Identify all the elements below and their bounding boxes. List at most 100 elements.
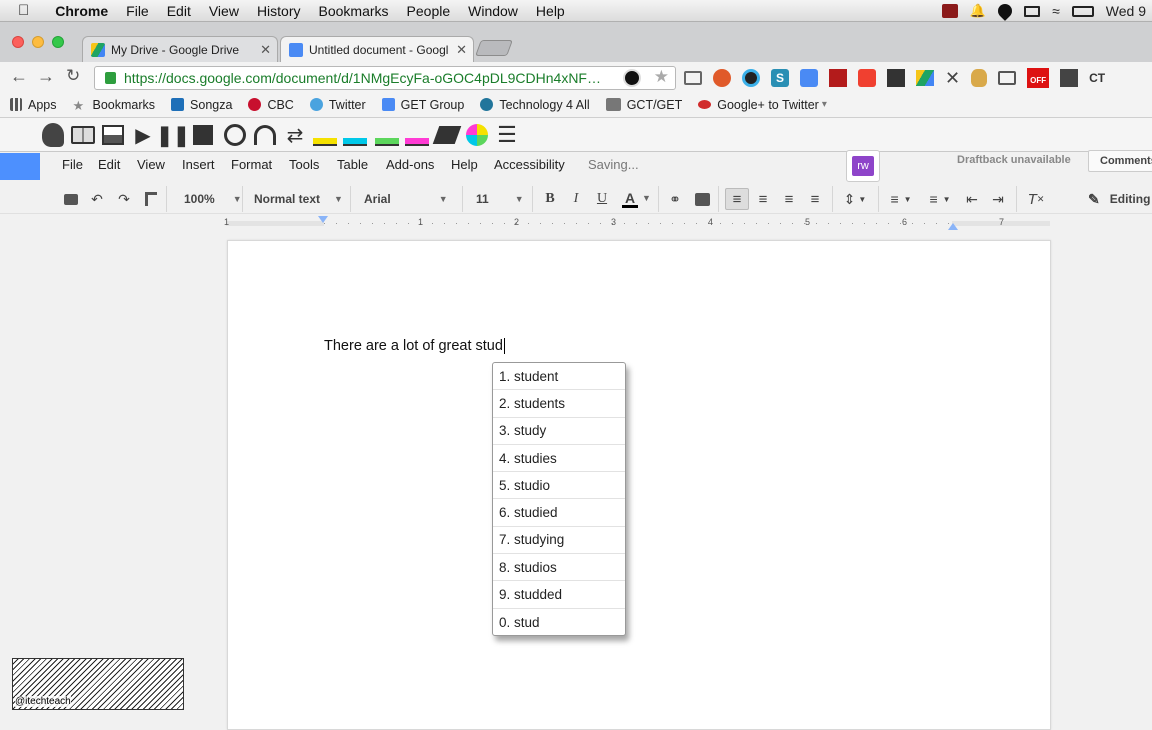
menu-view[interactable]: View <box>137 157 165 172</box>
bold-button[interactable]: B <box>541 188 559 210</box>
close-icon[interactable]: ✕ <box>260 42 271 58</box>
document-text[interactable]: There are a lot of great stud <box>324 338 503 354</box>
highlighter-green-icon[interactable] <box>374 122 400 148</box>
menu-table[interactable]: Table <box>337 157 368 172</box>
extension-x-icon[interactable]: ✕ <box>945 68 960 89</box>
bookmark-technology-4-all[interactable]: Technology 4 All <box>480 98 590 112</box>
chevron-down-icon[interactable]: ▼ <box>642 193 651 203</box>
bookmark-apps[interactable]: Apps <box>10 98 57 112</box>
undo-icon[interactable]: ↶ <box>88 188 106 210</box>
address-bar[interactable]: https://docs.google.com/document/d/1NMgE… <box>94 66 676 90</box>
window-close-button[interactable] <box>12 36 24 48</box>
clock[interactable]: Wed 9 <box>1106 3 1146 19</box>
bookmark-bookmarks[interactable]: ★ Bookmarks <box>73 98 156 114</box>
menu-add-ons[interactable]: Add-ons <box>386 157 434 172</box>
pdf-icon[interactable] <box>829 69 847 87</box>
italic-button[interactable]: I <box>567 188 585 210</box>
prediction-item[interactable]: 2. students <box>493 390 625 418</box>
prediction-item[interactable]: 8. studios <box>493 554 625 582</box>
mac-menu-window[interactable]: Window <box>468 3 518 19</box>
back-arrow-icon[interactable]: ← <box>10 66 28 87</box>
bookmark-cbc[interactable]: CBC <box>248 98 294 112</box>
prediction-item[interactable]: 4. studies <box>493 445 625 473</box>
bookmark-google-plus-to-twitter[interactable]: Google+ to Twitter ▾ <box>698 98 827 112</box>
highlighter-yellow-icon[interactable] <box>312 122 338 148</box>
film-icon[interactable] <box>887 69 905 87</box>
menu-accessibility[interactable]: Accessibility <box>494 157 565 172</box>
picture-dictionary-icon[interactable] <box>100 122 126 148</box>
mac-menu-help[interactable]: Help <box>536 3 565 19</box>
stop-icon[interactable] <box>190 122 216 148</box>
redo-icon[interactable]: ↷ <box>115 188 133 210</box>
mac-menu-history[interactable]: History <box>257 3 301 19</box>
paint-format-icon[interactable] <box>142 188 160 210</box>
tab-untitled-document[interactable]: Untitled document - Googl ✕ <box>280 36 474 62</box>
bookmark-gct-get[interactable]: GCT/GET <box>605 98 682 112</box>
window-zoom-button[interactable] <box>52 36 64 48</box>
extension-icon[interactable] <box>623 69 641 87</box>
align-justify-button[interactable]: ≡ <box>805 188 825 210</box>
bulleted-list-icon[interactable]: ≡ ▼ <box>922 188 958 210</box>
mac-menu-bookmarks[interactable]: Bookmarks <box>319 3 389 19</box>
underline-button[interactable]: U <box>593 188 611 210</box>
battery-icon[interactable] <box>1071 5 1094 17</box>
prediction-item[interactable]: 5. studio <box>493 472 625 500</box>
wifi-icon[interactable]: ≈ <box>1052 3 1060 19</box>
readwrite-launcher[interactable]: rw <box>846 150 880 182</box>
decrease-indent-icon[interactable]: ⇤ <box>962 188 982 210</box>
tab-my-drive[interactable]: My Drive - Google Drive ✕ <box>82 36 278 62</box>
apple-icon[interactable]:  <box>18 2 29 19</box>
google-drive-ext-icon[interactable] <box>916 70 934 86</box>
extension-screen-icon[interactable] <box>998 71 1017 85</box>
extension-red-icon[interactable] <box>713 69 731 87</box>
screen-reader-icon[interactable] <box>222 122 248 148</box>
play-icon[interactable]: ▶ <box>130 122 156 148</box>
airplay-icon[interactable] <box>1024 5 1041 17</box>
menu-insert[interactable]: Insert <box>182 157 215 172</box>
bookmark-get-group[interactable]: GET Group <box>381 98 464 112</box>
close-icon[interactable]: ✕ <box>456 42 467 58</box>
mac-menu-file[interactable]: File <box>126 3 149 19</box>
menu-format[interactable]: Format <box>231 157 272 172</box>
drop-icon[interactable] <box>995 1 1015 21</box>
link-icon[interactable]: ⚭ <box>665 188 685 210</box>
headphones-icon[interactable] <box>252 122 278 148</box>
prediction-item[interactable]: 1. student <box>493 363 625 391</box>
collect-highlights-icon[interactable] <box>464 122 490 148</box>
extension-ct-icon[interactable]: CT <box>1089 71 1105 85</box>
menu-help[interactable]: Help <box>451 157 478 172</box>
url-text[interactable]: https://docs.google.com/document/d/1NMgE… <box>124 70 601 86</box>
notification-bell-icon[interactable]: 🔔 <box>970 3 986 19</box>
pause-icon[interactable]: ❚❚ <box>156 122 190 148</box>
window-minimize-button[interactable] <box>32 36 44 48</box>
align-left-button[interactable]: ≡ <box>725 188 749 210</box>
prediction-item[interactable]: 0. stud <box>493 609 625 636</box>
prediction-item[interactable]: 3. study <box>493 418 625 445</box>
mac-menu-chrome[interactable]: Chrome <box>55 3 108 19</box>
zoom-select[interactable]: 100% ▼ <box>176 188 242 210</box>
alarm-icon[interactable] <box>858 69 876 87</box>
eraser-icon[interactable] <box>432 122 462 148</box>
font-size-select[interactable]: 11 ▼ <box>468 188 528 210</box>
style-select[interactable]: Normal text ▼ <box>248 188 346 210</box>
font-select[interactable]: Arial ▼ <box>356 188 460 210</box>
extension-m-icon[interactable] <box>1060 69 1079 87</box>
shuffle-icon[interactable]: ⇄ <box>282 122 308 148</box>
mac-menu-edit[interactable]: Edit <box>167 3 191 19</box>
editing-mode-button[interactable]: ✎ Editing <box>1088 188 1152 210</box>
extension-camera-icon[interactable] <box>742 69 760 87</box>
status-app-icon[interactable] <box>941 4 958 18</box>
highlighter-cyan-icon[interactable] <box>342 122 368 148</box>
prediction-item[interactable]: 9. studded <box>493 581 625 609</box>
menu-edit[interactable]: Edit <box>98 157 120 172</box>
comment-icon[interactable] <box>692 188 712 210</box>
print-icon[interactable] <box>62 188 80 210</box>
align-right-button[interactable]: ≡ <box>779 188 799 210</box>
dictionary-book-icon[interactable] <box>70 122 96 148</box>
prediction-item[interactable]: 7. studying <box>493 527 625 555</box>
forward-arrow-icon[interactable]: → <box>37 66 55 87</box>
docs-logo[interactable] <box>0 153 40 180</box>
bookmark-songza[interactable]: Songza <box>171 98 232 112</box>
document-body[interactable]: There are a lot of great stud <box>324 338 505 355</box>
extension-hand-icon[interactable] <box>971 69 988 87</box>
